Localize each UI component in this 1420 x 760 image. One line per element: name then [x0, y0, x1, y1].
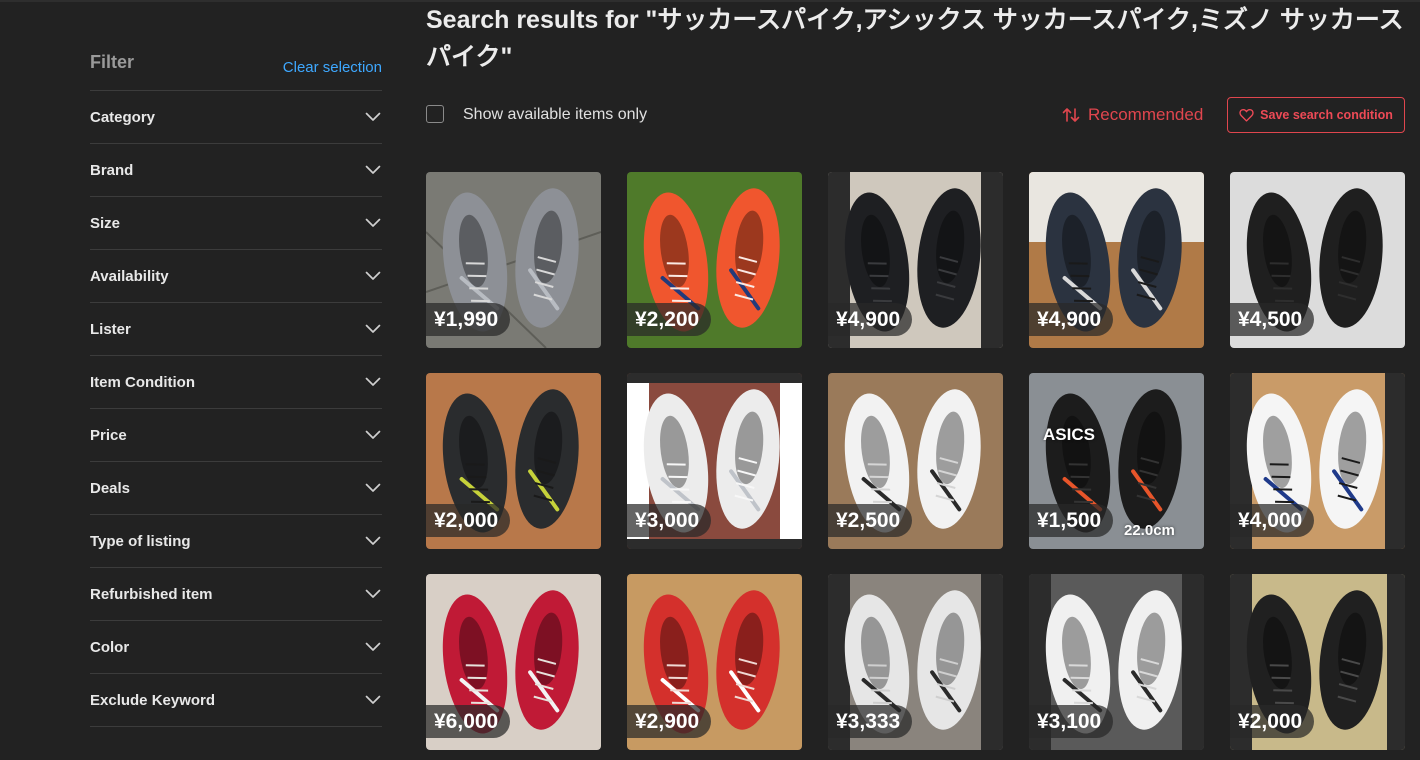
item-card[interactable]: ¥4,900 [1029, 172, 1204, 348]
filter-header: Filter Clear selection [90, 40, 382, 91]
price-badge: ¥2,900 [627, 705, 712, 738]
available-only-label[interactable]: Show available items only [463, 106, 647, 124]
chevron-down-icon [365, 165, 381, 174]
filter-type-of-listing[interactable]: Type of listing [90, 515, 382, 568]
price-badge: ¥4,900 [1029, 303, 1114, 336]
item-card[interactable]: ¥1,500 ASICS 22.0cm [1029, 373, 1204, 549]
filter-label: Brand [90, 161, 134, 179]
filter-category[interactable]: Category [90, 91, 382, 144]
chevron-down-icon [365, 430, 381, 439]
filter-label: Category [90, 108, 156, 126]
filter-label: Size [90, 214, 121, 232]
price-badge: ¥1,990 [426, 303, 511, 336]
filter-price[interactable]: Price [90, 409, 382, 462]
item-card[interactable]: ¥2,900 [627, 574, 802, 750]
save-search-button[interactable]: Save search condition [1227, 97, 1405, 133]
chevron-down-icon [365, 483, 381, 492]
available-only-checkbox[interactable] [426, 105, 444, 123]
filter-lister[interactable]: Lister [90, 303, 382, 356]
item-card[interactable]: ¥2,000 [1230, 574, 1405, 750]
price-badge: ¥6,000 [426, 705, 511, 738]
chevron-down-icon [365, 589, 381, 598]
heart-icon [1239, 108, 1254, 122]
price-badge: ¥2,500 [828, 504, 913, 537]
price-badge: ¥3,000 [627, 504, 712, 537]
chevron-down-icon [365, 536, 381, 545]
item-card[interactable]: ¥4,000 [1230, 373, 1405, 549]
filter-exclude-keyword[interactable]: Exclude Keyword [90, 674, 382, 727]
price-badge: ¥3,100 [1029, 705, 1114, 738]
chevron-down-icon [365, 112, 381, 121]
clear-selection-link[interactable]: Clear selection [283, 59, 382, 76]
filter-label: Deals [90, 479, 131, 497]
item-card[interactable]: ¥3,100 [1029, 574, 1204, 750]
chevron-down-icon [365, 271, 381, 280]
price-badge: ¥3,333 [828, 705, 913, 738]
price-badge: ¥2,200 [627, 303, 712, 336]
item-card[interactable]: ¥1,990 [426, 172, 601, 348]
item-grid: ¥1,990 ¥2,200 ¥4,900 ¥4,900 ¥4,500 ¥2,000 ¥3,0… [426, 172, 1405, 750]
chevron-down-icon [365, 218, 381, 227]
filter-list: Category Brand Size Availability Lister Item … [90, 91, 382, 727]
item-card[interactable]: ¥3,333 [828, 574, 1003, 750]
filter-label: Item Condition [90, 373, 195, 391]
chevron-down-icon [365, 377, 381, 386]
photo-brand-text: ASICS [1043, 425, 1095, 444]
filter-label: Exclude Keyword [90, 691, 216, 709]
filter-label: Lister [90, 320, 131, 338]
sort-label: Recommended [1088, 105, 1204, 124]
chevron-down-icon [365, 695, 381, 704]
item-card[interactable]: ¥4,900 [828, 172, 1003, 348]
price-badge: ¥4,900 [828, 303, 913, 336]
filter-refurbished-item[interactable]: Refurbished item [90, 568, 382, 621]
price-badge: ¥4,000 [1230, 504, 1315, 537]
filter-label: Availability [90, 267, 169, 285]
photo-size-text: 22.0cm [1124, 522, 1175, 539]
filter-size[interactable]: Size [90, 197, 382, 250]
item-card[interactable]: ¥3,000 [627, 373, 802, 549]
filter-brand[interactable]: Brand [90, 144, 382, 197]
save-search-label: Save search condition [1260, 108, 1393, 122]
item-card[interactable]: ¥2,000 [426, 373, 601, 549]
results-toolbar: Show available items only Recommended Sa… [426, 97, 1406, 133]
chevron-down-icon [365, 642, 381, 651]
price-badge: ¥2,000 [426, 504, 511, 537]
price-badge: ¥4,500 [1230, 303, 1315, 336]
sort-arrows-icon [1062, 108, 1080, 122]
filter-label: Color [90, 638, 130, 656]
filter-availability[interactable]: Availability [90, 250, 382, 303]
item-card[interactable]: ¥6,000 [426, 574, 601, 750]
item-card[interactable]: ¥4,500 [1230, 172, 1405, 348]
price-badge: ¥2,000 [1230, 705, 1315, 738]
sort-button[interactable]: Recommended [1062, 103, 1203, 127]
item-card[interactable]: ¥2,500 [828, 373, 1003, 549]
filter-label: Type of listing [90, 532, 191, 550]
filter-label: Price [90, 426, 127, 444]
chevron-down-icon [365, 324, 381, 333]
page-title: Search results for "サッカースパイク,アシックス サッカース… [426, 6, 1404, 71]
filter-deals[interactable]: Deals [90, 462, 382, 515]
filter-color[interactable]: Color [90, 621, 382, 674]
item-card[interactable]: ¥2,200 [627, 172, 802, 348]
filter-title: Filter [90, 51, 135, 72]
filter-sidebar: Filter Clear selection Category Brand Size… [90, 40, 382, 727]
price-badge: ¥1,500 [1029, 504, 1114, 537]
filter-item-condition[interactable]: Item Condition [90, 356, 382, 409]
filter-label: Refurbished item [90, 585, 213, 603]
